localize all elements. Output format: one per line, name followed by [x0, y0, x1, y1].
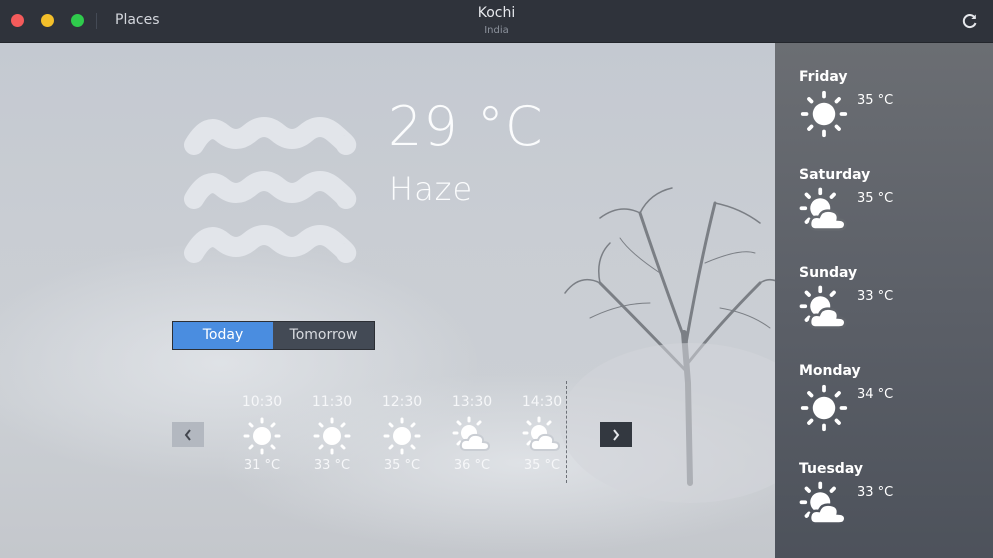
hourly-item: 13:30 36 °C — [442, 394, 502, 473]
forecast-day-name: Saturday — [799, 167, 871, 183]
hour-temp: 31 °C — [243, 458, 281, 473]
forecast-temp: 35 °C — [857, 93, 894, 108]
partly-cloudy-icon — [799, 481, 849, 535]
current-temperature: 29 °C — [388, 95, 544, 158]
partly-cloudy-icon — [799, 187, 849, 241]
sun-icon — [799, 89, 849, 143]
next-hours-button[interactable] — [600, 422, 632, 447]
sun-icon — [302, 416, 362, 456]
hour-temp: 36 °C — [453, 458, 491, 473]
hourly-item: 10:30 31 °C — [232, 394, 292, 473]
forecast-temp: 34 °C — [857, 387, 894, 402]
hour-time: 10:30 — [241, 394, 283, 410]
hour-temp: 33 °C — [313, 458, 351, 473]
forecast-day: Tuesday 33 °C — [799, 461, 989, 551]
current-time-marker — [566, 381, 567, 483]
forecast-temp: 33 °C — [857, 485, 894, 500]
previous-hours-button[interactable] — [172, 422, 204, 447]
city-title: Kochi — [477, 5, 516, 21]
hourly-item: 14:30 35 °C — [512, 394, 572, 473]
partly-cloudy-icon — [512, 416, 572, 456]
country-subtitle: India — [484, 25, 509, 36]
haze-icon — [180, 113, 360, 277]
sun-icon — [372, 416, 432, 456]
titlebar: Places Kochi India — [0, 0, 993, 43]
partly-cloudy-icon — [799, 285, 849, 339]
forecast-day-name: Friday — [799, 69, 848, 85]
forecast-day: Friday 35 °C — [799, 69, 989, 159]
forecast-day-name: Tuesday — [799, 461, 863, 477]
forecast-day-name: Sunday — [799, 265, 858, 281]
forecast-day-name: Monday — [799, 363, 861, 379]
forecast-day: Saturday 35 °C — [799, 167, 989, 257]
forecast-sidebar: Friday 35 °C Saturday 35 °C Sunday 33 °C… — [775, 43, 993, 558]
hourly-item: 11:30 33 °C — [302, 394, 362, 473]
current-condition: Haze — [389, 170, 474, 208]
hourly-item: 12:30 35 °C — [372, 394, 432, 473]
hour-temp: 35 °C — [383, 458, 421, 473]
hour-time: 13:30 — [451, 394, 493, 410]
forecast-day: Sunday 33 °C — [799, 265, 989, 355]
day-tabs: Today Tomorrow — [172, 321, 375, 350]
chevron-right-icon — [613, 428, 620, 441]
forecast-temp: 35 °C — [857, 191, 894, 206]
sun-icon — [799, 383, 849, 437]
hour-temp: 35 °C — [523, 458, 561, 473]
sun-icon — [232, 416, 292, 456]
current-weather-panel: 29 °C Haze Today Tomorrow 10:30 31 °C 11… — [0, 43, 775, 558]
hour-time: 11:30 — [311, 394, 353, 410]
tab-today[interactable]: Today — [173, 322, 273, 349]
hour-time: 12:30 — [381, 394, 423, 410]
tab-tomorrow[interactable]: Tomorrow — [273, 322, 374, 349]
chevron-left-icon — [184, 428, 191, 441]
partly-cloudy-icon — [442, 416, 502, 456]
forecast-day: Monday 34 °C — [799, 363, 989, 453]
forecast-temp: 33 °C — [857, 289, 894, 304]
hour-time: 14:30 — [521, 394, 563, 410]
refresh-icon[interactable] — [960, 11, 980, 31]
